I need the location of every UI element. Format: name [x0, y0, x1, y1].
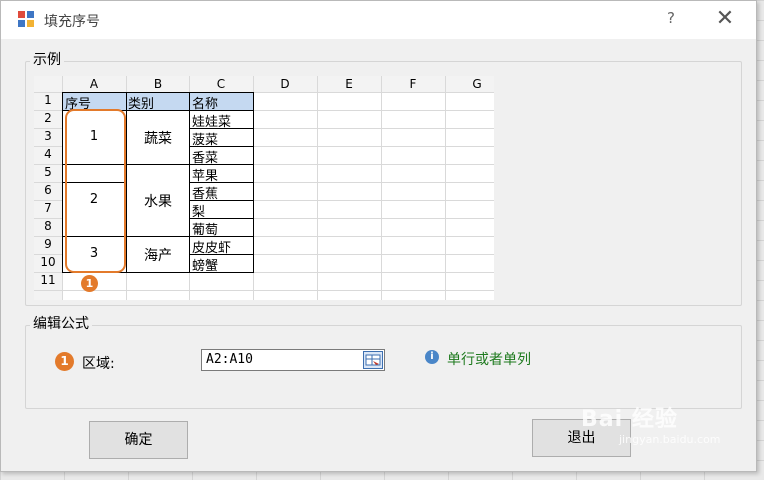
info-icon: i: [425, 350, 439, 364]
window-title: 填充序号: [44, 14, 100, 30]
col-header-g: G: [472, 77, 482, 91]
example-sheet: A B C D E F G 1 2 3 4 5 6 7 8 9 10 11 序号…: [34, 76, 494, 300]
baidu-watermark: Bai 经验 jingyan.baidu.com: [581, 401, 721, 446]
example-group-label: 示例: [30, 49, 64, 69]
gridline: [34, 290, 494, 291]
title-bar: 填充序号 ? ✕: [1, 1, 756, 39]
range-label: 区域:: [82, 356, 115, 372]
row-header-6: 6: [44, 183, 52, 197]
fill-sequence-dialog: 填充序号 ? ✕ 示例 A B C D E F G 1 2 3 4 5 6 7 …: [0, 0, 757, 472]
row-header-3: 3: [44, 129, 52, 143]
name-cell: 螃蟹: [192, 259, 219, 274]
name-cell: 葡萄: [192, 223, 219, 238]
ok-button[interactable]: 确定: [89, 421, 188, 459]
name-cell: 香菜: [192, 151, 219, 166]
range-picker-button[interactable]: [363, 351, 383, 369]
category-cell-1: 蔬菜: [144, 131, 172, 147]
watermark-url: jingyan.baidu.com: [619, 433, 721, 446]
formula-group-label: 编辑公式: [30, 313, 92, 333]
row-header-1: 1: [44, 93, 52, 107]
row-header-4: 4: [44, 147, 52, 161]
col-header-c: C: [216, 77, 226, 91]
name-cell: 梨: [192, 205, 206, 220]
col-header-b: B: [153, 77, 163, 91]
col-header-a: A: [89, 77, 99, 91]
row-header-8: 8: [44, 219, 52, 233]
header-category: 类别: [128, 97, 155, 112]
app-icon: [18, 11, 35, 28]
watermark-brand: Bai 经验: [581, 407, 678, 432]
col-header-d: D: [280, 77, 290, 91]
table-border: [253, 92, 254, 273]
name-cell: 娃娃菜: [192, 115, 232, 130]
range-input[interactable]: A2:A10: [201, 349, 385, 371]
name-cell: 菠菜: [192, 133, 219, 148]
row-header-11: 11: [40, 273, 56, 287]
name-cell: 皮皮虾: [192, 241, 232, 256]
name-cell: 苹果: [192, 169, 219, 184]
row-header-5: 5: [44, 165, 52, 179]
header-name: 名称: [192, 97, 219, 112]
name-cell: 香蕉: [192, 187, 219, 202]
col-header-f: F: [409, 77, 417, 91]
step-badge-example: 1: [81, 275, 98, 292]
close-button[interactable]: ✕: [711, 6, 739, 32]
step-badge-range: 1: [55, 352, 74, 371]
range-hint: 单行或者单列: [447, 352, 531, 368]
category-cell-2: 水果: [144, 194, 172, 210]
row-header-9: 9: [44, 237, 52, 251]
selection-highlight: [65, 109, 126, 273]
category-cell-3: 海产: [144, 248, 172, 264]
help-button[interactable]: ?: [661, 9, 681, 29]
range-select-icon: [365, 354, 381, 366]
col-header-e: E: [345, 77, 353, 91]
row-header-10: 10: [40, 255, 56, 269]
row-header-2: 2: [44, 111, 52, 125]
row-header-7: 7: [44, 201, 52, 215]
